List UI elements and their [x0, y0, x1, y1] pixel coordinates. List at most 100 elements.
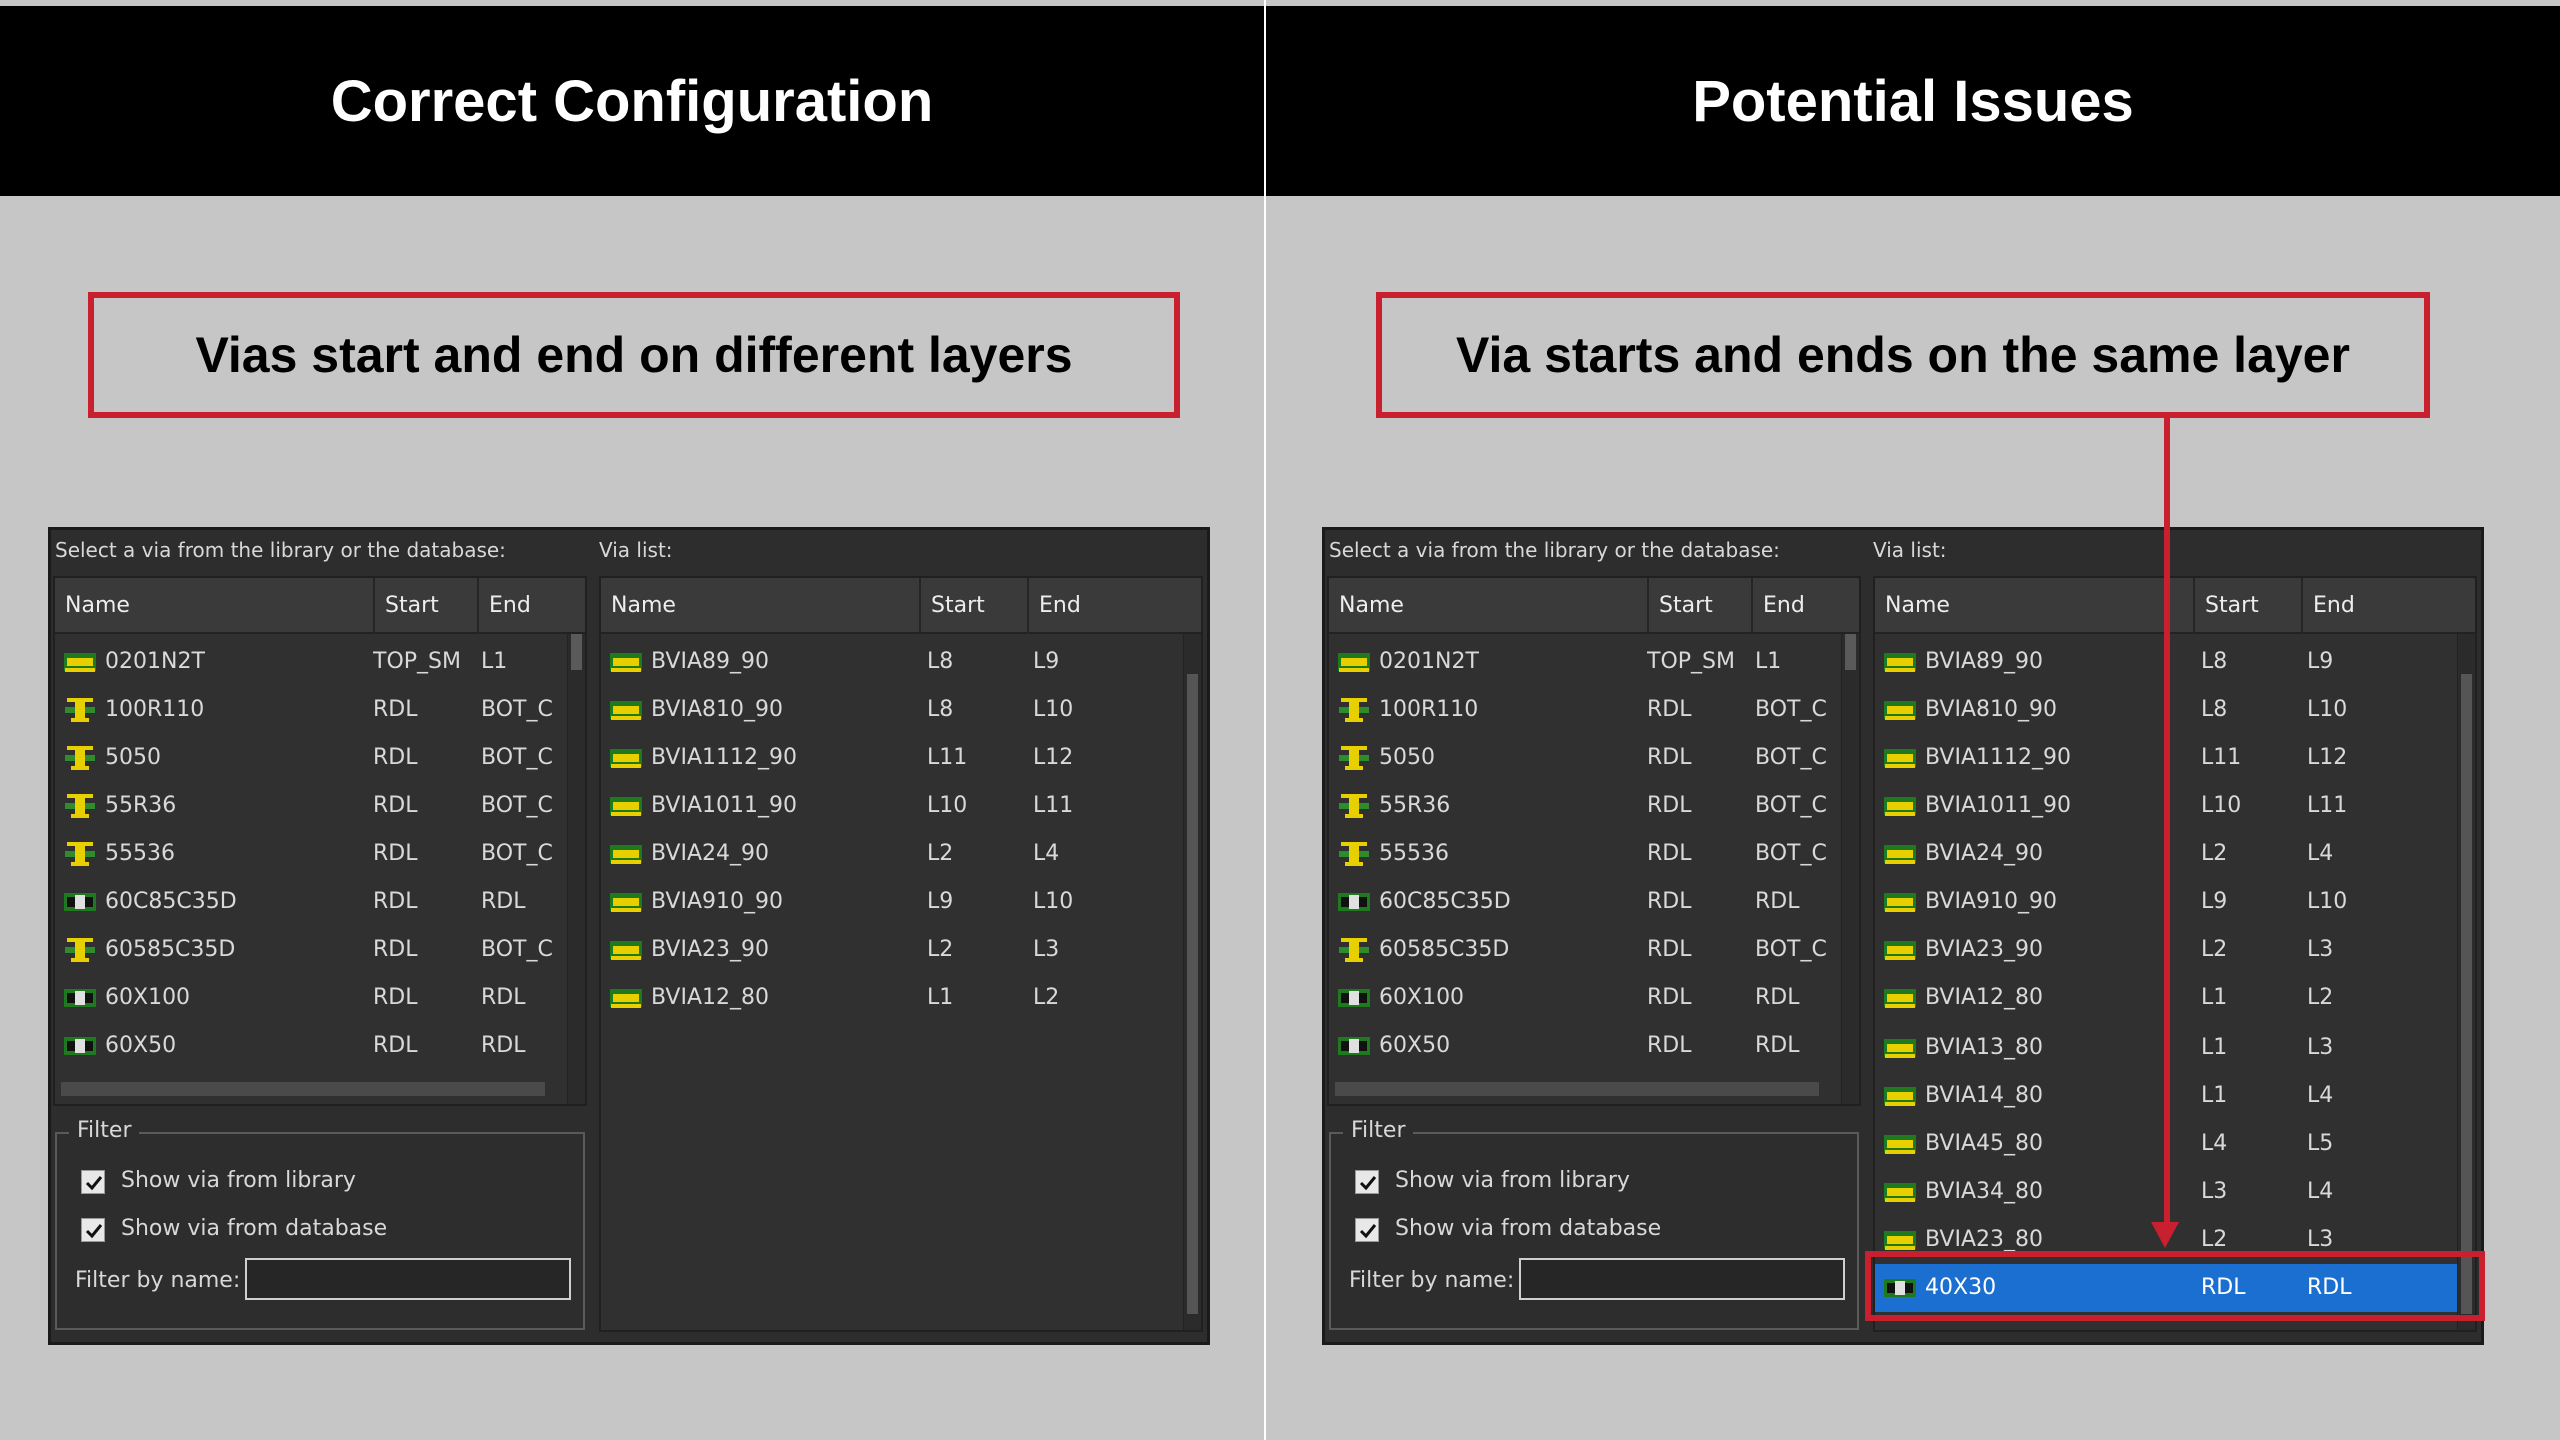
table-row[interactable]: BVIA23_90 L2 L3	[1875, 926, 2475, 974]
cell-start: L3	[2201, 1179, 2228, 1204]
filter-by-name-label: Filter by name:	[1349, 1268, 1515, 1293]
cell-start: L1	[2201, 1035, 2228, 1060]
column-header-start[interactable]: Start	[2193, 578, 2301, 634]
table-row[interactable]: 100R110 RDL BOT_C	[1329, 686, 1859, 734]
table-row[interactable]: 55R36 RDL BOT_C	[55, 782, 585, 830]
cell-start: L8	[2201, 649, 2228, 674]
column-header-name[interactable]: Name	[601, 578, 919, 634]
table-row[interactable]: BVIA89_90 L8 L9	[1875, 638, 2475, 686]
via-pad-icon	[63, 889, 97, 915]
table-row[interactable]: 55536 RDL BOT_C	[55, 830, 585, 878]
cell-end: L10	[1033, 889, 1074, 914]
table-row[interactable]: BVIA13_80 L1 L3	[1875, 1024, 2475, 1072]
library-vertical-scrollbar[interactable]	[1841, 634, 1859, 1104]
table-row[interactable]: 60585C35D RDL BOT_C	[55, 926, 585, 974]
table-row[interactable]: BVIA24_90 L2 L4	[1875, 830, 2475, 878]
via-green-icon	[1883, 985, 1917, 1011]
cell-name: BVIA810_90	[1925, 697, 2057, 722]
table-row[interactable]: BVIA12_80 L1 L2	[601, 974, 1201, 1022]
show-library-checkbox[interactable]	[81, 1170, 105, 1194]
via-list-table[interactable]: Name Start End BVIA89_90 L8 L9 BVIA810_90 L8…	[1873, 576, 2477, 1332]
cell-name: BVIA34_80	[1925, 1179, 2043, 1204]
cell-start: RDL	[373, 745, 418, 770]
via-green-icon	[1883, 1131, 1917, 1157]
via-green-icon	[1883, 649, 1917, 675]
column-header-name[interactable]: Name	[1875, 578, 2193, 634]
table-row[interactable]: 60X100 RDL RDL	[55, 974, 585, 1022]
filter-by-name-input[interactable]	[1519, 1258, 1845, 1300]
table-row[interactable]: 55R36 RDL BOT_C	[1329, 782, 1859, 830]
library-label: Select a via from the library or the dat…	[55, 538, 506, 562]
table-row[interactable]: 60X50 RDL RDL	[55, 1022, 585, 1070]
library-table[interactable]: Name Start End 0201N2T TOP_SM L1 100R110 RDL…	[53, 576, 587, 1106]
cell-end: L4	[1033, 841, 1060, 866]
table-row[interactable]: BVIA1011_90 L10 L11	[601, 782, 1201, 830]
table-row[interactable]: BVIA14_80 L1 L4	[1875, 1072, 2475, 1120]
via-list-vertical-scrollbar[interactable]	[1183, 634, 1201, 1330]
column-header-end[interactable]: End	[2301, 578, 2447, 634]
via-green-icon	[1883, 889, 1917, 915]
cell-end: L4	[2307, 841, 2334, 866]
table-row[interactable]: 60X100 RDL RDL	[1329, 974, 1859, 1022]
table-row[interactable]: BVIA34_80 L3 L4	[1875, 1168, 2475, 1216]
table-row[interactable]: 5050 RDL BOT_C	[1329, 734, 1859, 782]
cell-start: L8	[927, 649, 954, 674]
cell-end: BOT_C	[1755, 793, 1827, 818]
table-row[interactable]: BVIA1011_90 L10 L11	[1875, 782, 2475, 830]
table-row[interactable]: 0201N2T TOP_SM L1	[1329, 638, 1859, 686]
table-row[interactable]: 60X50 RDL RDL	[1329, 1022, 1859, 1070]
cell-name: 5050	[1379, 745, 1435, 770]
table-row[interactable]: BVIA910_90 L9 L10	[1875, 878, 2475, 926]
cell-start: L1	[2201, 985, 2228, 1010]
table-row[interactable]: 60C85C35D RDL RDL	[55, 878, 585, 926]
filter-by-name-input[interactable]	[245, 1258, 571, 1300]
cell-name: BVIA89_90	[651, 649, 769, 674]
table-row[interactable]: 55536 RDL BOT_C	[1329, 830, 1859, 878]
cell-end: L4	[2307, 1179, 2334, 1204]
library-label: Select a via from the library or the dat…	[1329, 538, 1780, 562]
table-row[interactable]: 5050 RDL BOT_C	[55, 734, 585, 782]
table-row[interactable]: BVIA1112_90 L11 L12	[1875, 734, 2475, 782]
table-row[interactable]: BVIA23_90 L2 L3	[601, 926, 1201, 974]
cell-end: L2	[1033, 985, 1060, 1010]
table-row[interactable]: BVIA24_90 L2 L4	[601, 830, 1201, 878]
table-row[interactable]: BVIA45_80 L4 L5	[1875, 1120, 2475, 1168]
via-green-icon	[1883, 1179, 1917, 1205]
column-header-end[interactable]: End	[1027, 578, 1173, 634]
column-header-start[interactable]: Start	[373, 578, 477, 634]
table-row[interactable]: 0201N2T TOP_SM L1	[55, 638, 585, 686]
cell-name: 55536	[105, 841, 175, 866]
table-row[interactable]: BVIA1112_90 L11 L12	[601, 734, 1201, 782]
table-row[interactable]: BVIA810_90 L8 L10	[1875, 686, 2475, 734]
column-header-name[interactable]: Name	[55, 578, 373, 634]
library-table[interactable]: Name Start End 0201N2T TOP_SM L1 100R110 RDL…	[1327, 576, 1861, 1106]
library-vertical-scrollbar[interactable]	[567, 634, 585, 1104]
column-header-end[interactable]: End	[1751, 578, 1845, 634]
table-row[interactable]: 100R110 RDL BOT_C	[55, 686, 585, 734]
via-green-icon	[609, 697, 643, 723]
table-row[interactable]: BVIA910_90 L9 L10	[601, 878, 1201, 926]
via-list-vertical-scrollbar[interactable]	[2457, 634, 2475, 1330]
show-database-checkbox[interactable]	[81, 1218, 105, 1242]
cell-name: 60X100	[1379, 985, 1465, 1010]
callout-text: Vias start and end on different layers	[195, 327, 1073, 383]
library-horizontal-scrollbar[interactable]	[1335, 1082, 1819, 1096]
column-header-start[interactable]: Start	[919, 578, 1027, 634]
show-database-checkbox[interactable]	[1355, 1218, 1379, 1242]
table-row[interactable]: BVIA810_90 L8 L10	[601, 686, 1201, 734]
show-library-checkbox[interactable]	[1355, 1170, 1379, 1194]
column-header-start[interactable]: Start	[1647, 578, 1751, 634]
table-row[interactable]: BVIA12_80 L1 L2	[1875, 974, 2475, 1022]
cell-start: RDL	[373, 841, 418, 866]
table-row[interactable]: 60C85C35D RDL RDL	[1329, 878, 1859, 926]
table-row[interactable]: BVIA89_90 L8 L9	[601, 638, 1201, 686]
via-list-table[interactable]: Name Start End BVIA89_90 L8 L9 BVIA810_90 L8…	[599, 576, 1203, 1332]
column-header-end[interactable]: End	[477, 578, 571, 634]
cell-end: L4	[2307, 1083, 2334, 1108]
via-green-icon	[63, 649, 97, 675]
library-horizontal-scrollbar[interactable]	[61, 1082, 545, 1096]
cell-end: RDL	[481, 1033, 526, 1058]
column-header-name[interactable]: Name	[1329, 578, 1647, 634]
cell-name: 5050	[105, 745, 161, 770]
table-row[interactable]: 60585C35D RDL BOT_C	[1329, 926, 1859, 974]
